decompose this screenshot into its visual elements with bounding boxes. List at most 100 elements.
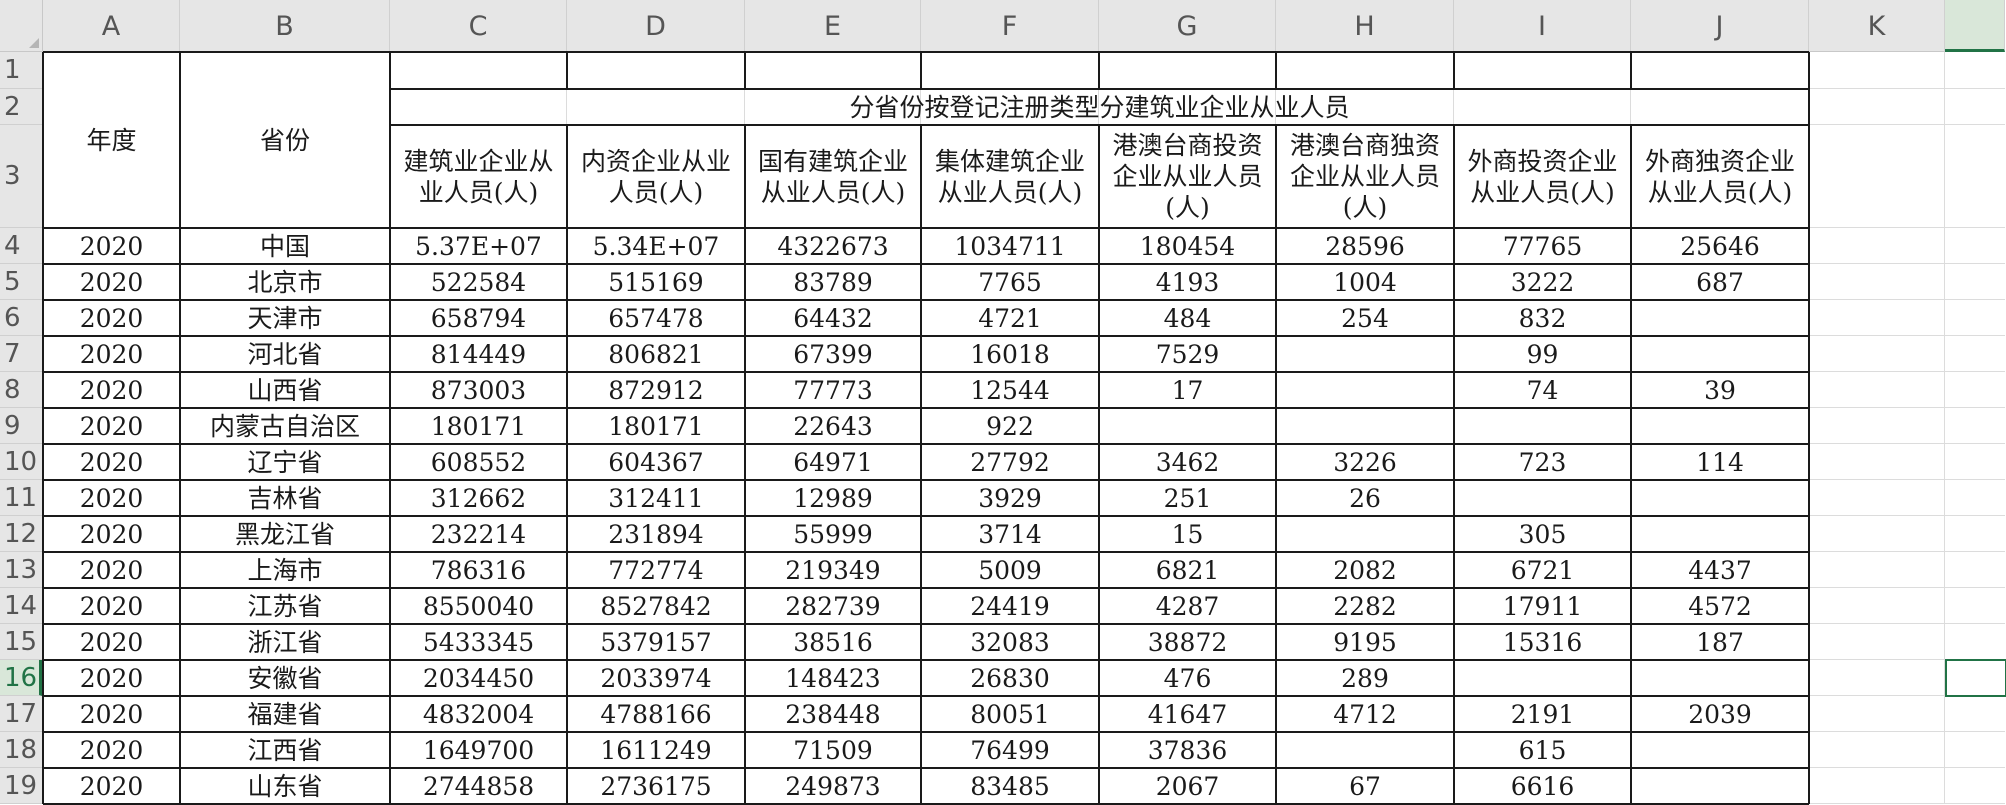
cell-empty[interactable] [567, 52, 745, 89]
cell-value[interactable]: 522584 [390, 264, 567, 300]
cell-province[interactable]: 天津市 [180, 300, 390, 336]
cell-value[interactable] [1631, 480, 1809, 516]
cell-province[interactable]: 内蒙古自治区 [180, 408, 390, 444]
cell-value[interactable]: 687 [1631, 264, 1809, 300]
cell-province[interactable]: 江西省 [180, 732, 390, 768]
row-header-9[interactable]: 9 [0, 408, 42, 444]
header-province[interactable]: 省份 [180, 52, 390, 228]
cell-year[interactable]: 2020 [43, 372, 180, 408]
cell-year[interactable]: 2020 [43, 696, 180, 732]
row-header-11[interactable]: 11 [0, 480, 42, 516]
cell-value[interactable]: 71509 [745, 732, 921, 768]
cell-value[interactable]: 786316 [390, 552, 567, 588]
cell-value[interactable]: 814449 [390, 336, 567, 372]
cell-value[interactable]: 12989 [745, 480, 921, 516]
cell-value[interactable]: 38872 [1099, 624, 1276, 660]
column-header-selected[interactable] [1945, 0, 2005, 52]
cell-value[interactable]: 2034450 [390, 660, 567, 696]
cell-value[interactable]: 2082 [1276, 552, 1454, 588]
cell-value[interactable] [1631, 660, 1809, 696]
cell-value[interactable]: 4193 [1099, 264, 1276, 300]
cell-value[interactable] [1454, 480, 1631, 516]
active-cell-selection[interactable] [1945, 659, 2006, 697]
cell-value[interactable]: 219349 [745, 552, 921, 588]
cell-value[interactable]: 2736175 [567, 768, 745, 804]
cell-value[interactable]: 254 [1276, 300, 1454, 336]
cell-value[interactable]: 180454 [1099, 228, 1276, 264]
row-header-6[interactable]: 6 [0, 300, 42, 336]
cell-value[interactable] [1631, 408, 1809, 444]
cell-empty[interactable] [921, 52, 1099, 89]
cell-province[interactable]: 北京市 [180, 264, 390, 300]
cell-value[interactable]: 9195 [1276, 624, 1454, 660]
cell-value[interactable]: 2067 [1099, 768, 1276, 804]
cell-value[interactable]: 55999 [745, 516, 921, 552]
cell-province[interactable]: 中国 [180, 228, 390, 264]
cell-value[interactable]: 38516 [745, 624, 921, 660]
cell-value[interactable]: 922 [921, 408, 1099, 444]
cell-value[interactable]: 187 [1631, 624, 1809, 660]
cell-value[interactable] [1631, 516, 1809, 552]
cell-value[interactable]: 658794 [390, 300, 567, 336]
cell-value[interactable]: 12544 [921, 372, 1099, 408]
cell-value[interactable] [1631, 336, 1809, 372]
cell-value[interactable]: 83485 [921, 768, 1099, 804]
header-sub-2[interactable]: 内资企业从业人员(人) [567, 125, 745, 228]
cell-value[interactable]: 64432 [745, 300, 921, 336]
cell-value[interactable]: 608552 [390, 444, 567, 480]
cell-value[interactable]: 5009 [921, 552, 1099, 588]
row-header-12[interactable]: 12 [0, 516, 42, 552]
header-sub-4[interactable]: 集体建筑企业从业人员(人) [921, 125, 1099, 228]
cell-value[interactable]: 32083 [921, 624, 1099, 660]
row-header-16[interactable]: 16 [0, 660, 42, 696]
cell-value[interactable]: 6616 [1454, 768, 1631, 804]
header-group-title[interactable]: 分省份按登记注册类型分建筑业企业从业人员 [390, 89, 1809, 125]
cell-value[interactable]: 282739 [745, 588, 921, 624]
cell-value[interactable] [1276, 408, 1454, 444]
cell-value[interactable]: 114 [1631, 444, 1809, 480]
cell-empty[interactable] [1454, 52, 1631, 89]
cell-value[interactable] [1276, 732, 1454, 768]
cell-value[interactable]: 17911 [1454, 588, 1631, 624]
cell-empty[interactable] [1276, 52, 1454, 89]
cell-value[interactable]: 8527842 [567, 588, 745, 624]
cell-year[interactable]: 2020 [43, 588, 180, 624]
column-header-c[interactable]: C [390, 0, 567, 52]
row-header-4[interactable]: 4 [0, 228, 42, 264]
cell-province[interactable]: 福建省 [180, 696, 390, 732]
cell-value[interactable]: 2033974 [567, 660, 745, 696]
cell-year[interactable]: 2020 [43, 300, 180, 336]
cell-empty[interactable] [745, 52, 921, 89]
cell-value[interactable]: 289 [1276, 660, 1454, 696]
column-header-k[interactable]: K [1809, 0, 1945, 52]
cell-value[interactable]: 83789 [745, 264, 921, 300]
cell-value[interactable]: 24419 [921, 588, 1099, 624]
header-sub-6[interactable]: 港澳台商独资企业从业人员(人) [1276, 125, 1454, 228]
cell-value[interactable]: 3714 [921, 516, 1099, 552]
cell-empty[interactable] [1099, 52, 1276, 89]
cell-value[interactable]: 37836 [1099, 732, 1276, 768]
cell-value[interactable]: 238448 [745, 696, 921, 732]
cell-value[interactable]: 77773 [745, 372, 921, 408]
cell-value[interactable]: 515169 [567, 264, 745, 300]
column-header-d[interactable]: D [567, 0, 745, 52]
row-header-15[interactable]: 15 [0, 624, 42, 660]
cell-year[interactable]: 2020 [43, 768, 180, 804]
cell-value[interactable]: 99 [1454, 336, 1631, 372]
column-header-b[interactable]: B [180, 0, 390, 52]
cell-value[interactable]: 180171 [567, 408, 745, 444]
cell-value[interactable]: 1004 [1276, 264, 1454, 300]
cell-province[interactable]: 山东省 [180, 768, 390, 804]
cell-value[interactable] [1454, 408, 1631, 444]
cell-value[interactable]: 8550040 [390, 588, 567, 624]
cell-year[interactable]: 2020 [43, 552, 180, 588]
row-header-13[interactable]: 13 [0, 552, 42, 588]
cell-value[interactable] [1454, 660, 1631, 696]
cell-value[interactable]: 4437 [1631, 552, 1809, 588]
row-header-10[interactable]: 10 [0, 444, 42, 480]
cell-year[interactable]: 2020 [43, 624, 180, 660]
cell-value[interactable]: 22643 [745, 408, 921, 444]
row-header-19[interactable]: 19 [0, 768, 42, 804]
cell-value[interactable]: 806821 [567, 336, 745, 372]
header-sub-1[interactable]: 建筑业企业从业人员(人) [390, 125, 567, 228]
